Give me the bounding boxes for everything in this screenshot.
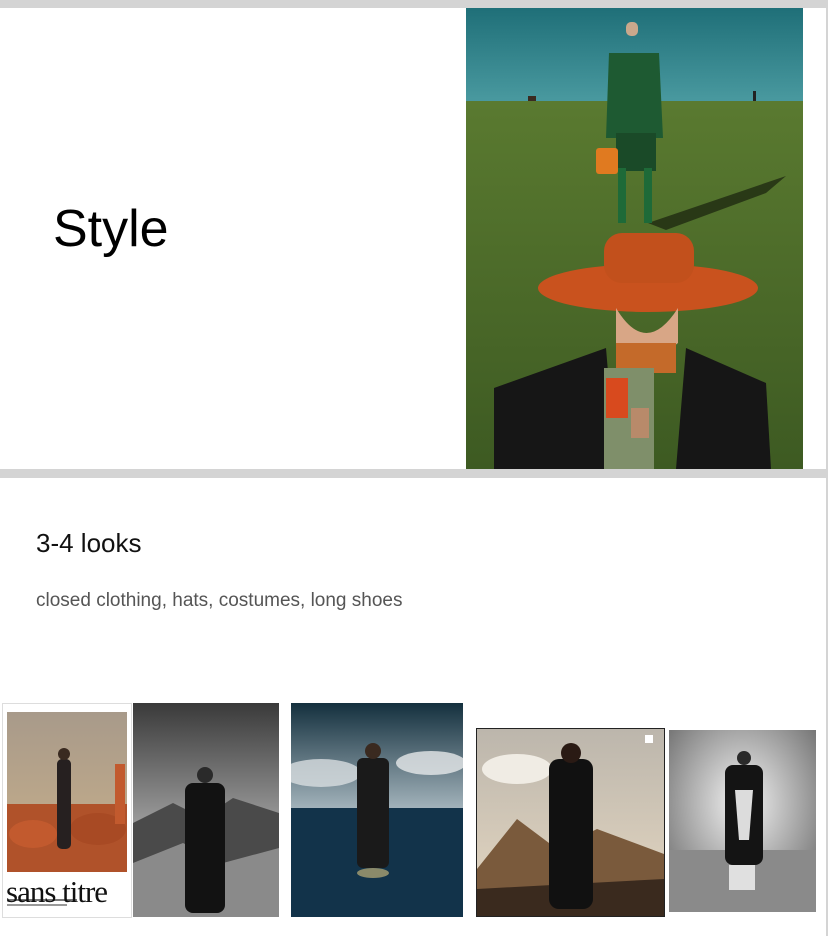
slide-looks[interactable]: 3-4 looks closed clothing, hats, costume…	[0, 478, 826, 936]
presentation-canvas: Style 3-4 looks closed clothing, hats, c…	[0, 0, 828, 936]
slide-title: Style	[53, 200, 169, 258]
looks-description: closed clothing, hats, costumes, long sh…	[36, 590, 403, 611]
look-image-ocean	[291, 703, 463, 917]
look-image-magazine-cover: sans titre	[2, 703, 132, 918]
hero-fashion-photo	[466, 8, 803, 469]
magazine-title: sans titre	[6, 874, 108, 909]
look-image-grayscale-field	[669, 730, 816, 912]
look-image-bw-rocks	[133, 703, 279, 917]
look-image-desert-mountains	[476, 728, 665, 917]
slide-style[interactable]: Style	[0, 8, 826, 469]
looks-heading: 3-4 looks	[36, 528, 142, 558]
